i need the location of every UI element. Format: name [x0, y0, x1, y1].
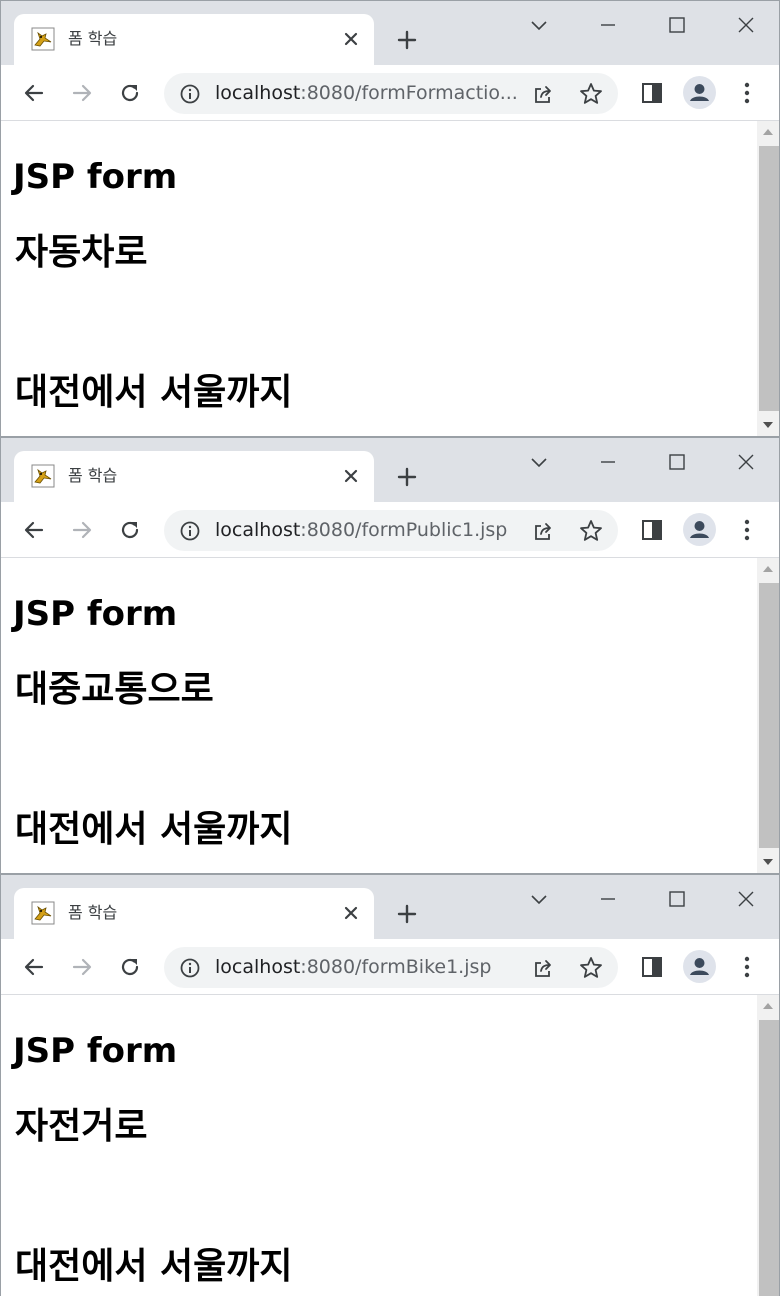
window-close-icon[interactable]: [734, 450, 758, 474]
share-icon[interactable]: [531, 82, 555, 106]
route-text: 대전에서 서울까지: [15, 1246, 293, 1287]
chevron-down-icon[interactable]: [527, 450, 551, 474]
vertical-scrollbar[interactable]: [757, 558, 779, 873]
url-text[interactable]: localhost:8080/formFormactio...: [215, 81, 525, 106]
tab-title: 폼 학습: [68, 903, 118, 922]
scroll-down-arrow-icon[interactable]: [763, 422, 773, 428]
url-host: localhost: [215, 519, 301, 541]
browser-toolbar: localhost:8080/formFormactio...: [1, 65, 779, 121]
kebab-menu-icon[interactable]: [734, 517, 760, 543]
profile-avatar-icon[interactable]: [683, 513, 716, 546]
forward-arrow-icon[interactable]: [69, 80, 95, 106]
share-icon[interactable]: [531, 519, 555, 543]
url-host: localhost: [215, 82, 301, 104]
plus-icon[interactable]: [395, 465, 419, 489]
scroll-down-arrow-icon[interactable]: [763, 859, 773, 865]
page-heading: JSP form: [13, 157, 178, 197]
page-heading: JSP form: [13, 594, 178, 634]
tomcat-icon: [31, 464, 55, 488]
back-arrow-icon[interactable]: [21, 517, 47, 543]
transport-mode-text: 자동차로: [15, 232, 148, 273]
forward-arrow-icon[interactable]: [69, 954, 95, 980]
reload-icon[interactable]: [117, 954, 143, 980]
profile-avatar-icon[interactable]: [683, 950, 716, 983]
page-content: JSP form 대중교통으로 대전에서 서울까지: [1, 558, 757, 873]
kebab-menu-icon[interactable]: [734, 954, 760, 980]
route-text: 대전에서 서울까지: [15, 372, 293, 413]
url-path: :8080/formPublic1.jsp: [300, 519, 508, 541]
browser-toolbar: localhost:8080/formBike1.jsp: [1, 939, 779, 995]
tab-title: 폼 학습: [68, 466, 118, 485]
reload-icon[interactable]: [117, 517, 143, 543]
maximize-icon[interactable]: [665, 887, 689, 911]
chevron-down-icon[interactable]: [527, 13, 551, 37]
star-icon[interactable]: [578, 955, 604, 981]
info-icon[interactable]: [179, 520, 201, 542]
tab-title: 폼 학습: [68, 29, 118, 48]
star-icon[interactable]: [578, 81, 604, 107]
tomcat-icon: [31, 901, 55, 925]
star-icon[interactable]: [578, 518, 604, 544]
scroll-thumb[interactable]: [759, 146, 779, 411]
browser-tab[interactable]: 폼 학습: [14, 888, 374, 939]
back-arrow-icon[interactable]: [21, 954, 47, 980]
window-close-icon[interactable]: [734, 887, 758, 911]
tab-strip: 폼 학습: [1, 875, 779, 939]
share-icon[interactable]: [531, 956, 555, 980]
minimize-icon[interactable]: [596, 13, 620, 37]
chevron-down-icon[interactable]: [527, 887, 551, 911]
tab-strip: 폼 학습: [1, 1, 779, 65]
close-icon[interactable]: [340, 465, 362, 487]
transport-mode-text: 자전거로: [15, 1106, 148, 1147]
url-text[interactable]: localhost:8080/formPublic1.jsp: [215, 518, 525, 543]
page-content: JSP form 자동차로 대전에서 서울까지: [1, 121, 757, 436]
vertical-scrollbar[interactable]: [757, 121, 779, 436]
forward-arrow-icon[interactable]: [69, 517, 95, 543]
vertical-scrollbar[interactable]: [757, 995, 779, 1296]
browser-window-2: 폼 학습 localhost:8080/formPublic1.jsp JSP …: [0, 437, 780, 874]
profile-avatar-icon[interactable]: [683, 76, 716, 109]
side-panel-icon[interactable]: [639, 954, 665, 980]
plus-icon[interactable]: [395, 28, 419, 52]
maximize-icon[interactable]: [665, 450, 689, 474]
side-panel-icon[interactable]: [639, 80, 665, 106]
route-text: 대전에서 서울까지: [15, 809, 293, 850]
browser-toolbar: localhost:8080/formPublic1.jsp: [1, 502, 779, 558]
close-icon[interactable]: [340, 28, 362, 50]
window-close-icon[interactable]: [734, 13, 758, 37]
reload-icon[interactable]: [117, 80, 143, 106]
scroll-thumb[interactable]: [759, 1020, 779, 1296]
info-icon[interactable]: [179, 957, 201, 979]
address-bar[interactable]: localhost:8080/formFormactio...: [164, 73, 618, 114]
info-icon[interactable]: [179, 83, 201, 105]
browser-tab[interactable]: 폼 학습: [14, 14, 374, 65]
tomcat-icon: [31, 27, 55, 51]
maximize-icon[interactable]: [665, 13, 689, 37]
browser-window-1: 폼 학습 localhost:8080/formFormactio... JSP…: [0, 0, 780, 437]
scroll-up-arrow-icon[interactable]: [763, 1003, 773, 1009]
address-bar[interactable]: localhost:8080/formPublic1.jsp: [164, 510, 618, 551]
address-bar[interactable]: localhost:8080/formBike1.jsp: [164, 947, 618, 988]
minimize-icon[interactable]: [596, 887, 620, 911]
scroll-up-arrow-icon[interactable]: [763, 129, 773, 135]
minimize-icon[interactable]: [596, 450, 620, 474]
scroll-up-arrow-icon[interactable]: [763, 566, 773, 572]
back-arrow-icon[interactable]: [21, 80, 47, 106]
browser-window-3: 폼 학습 localhost:8080/formBike1.jsp JSP fo…: [0, 874, 780, 1296]
url-path: :8080/formBike1.jsp: [300, 956, 492, 978]
url-text[interactable]: localhost:8080/formBike1.jsp: [215, 955, 525, 980]
side-panel-icon[interactable]: [639, 517, 665, 543]
scroll-thumb[interactable]: [759, 583, 779, 848]
plus-icon[interactable]: [395, 902, 419, 926]
tab-strip: 폼 학습: [1, 438, 779, 502]
transport-mode-text: 대중교통으로: [15, 669, 214, 710]
url-host: localhost: [215, 956, 301, 978]
browser-tab[interactable]: 폼 학습: [14, 451, 374, 502]
kebab-menu-icon[interactable]: [734, 80, 760, 106]
page-heading: JSP form: [13, 1031, 178, 1071]
close-icon[interactable]: [340, 902, 362, 924]
url-path: :8080/formFormactio...: [300, 82, 518, 104]
page-content: JSP form 자전거로 대전에서 서울까지: [1, 995, 757, 1296]
